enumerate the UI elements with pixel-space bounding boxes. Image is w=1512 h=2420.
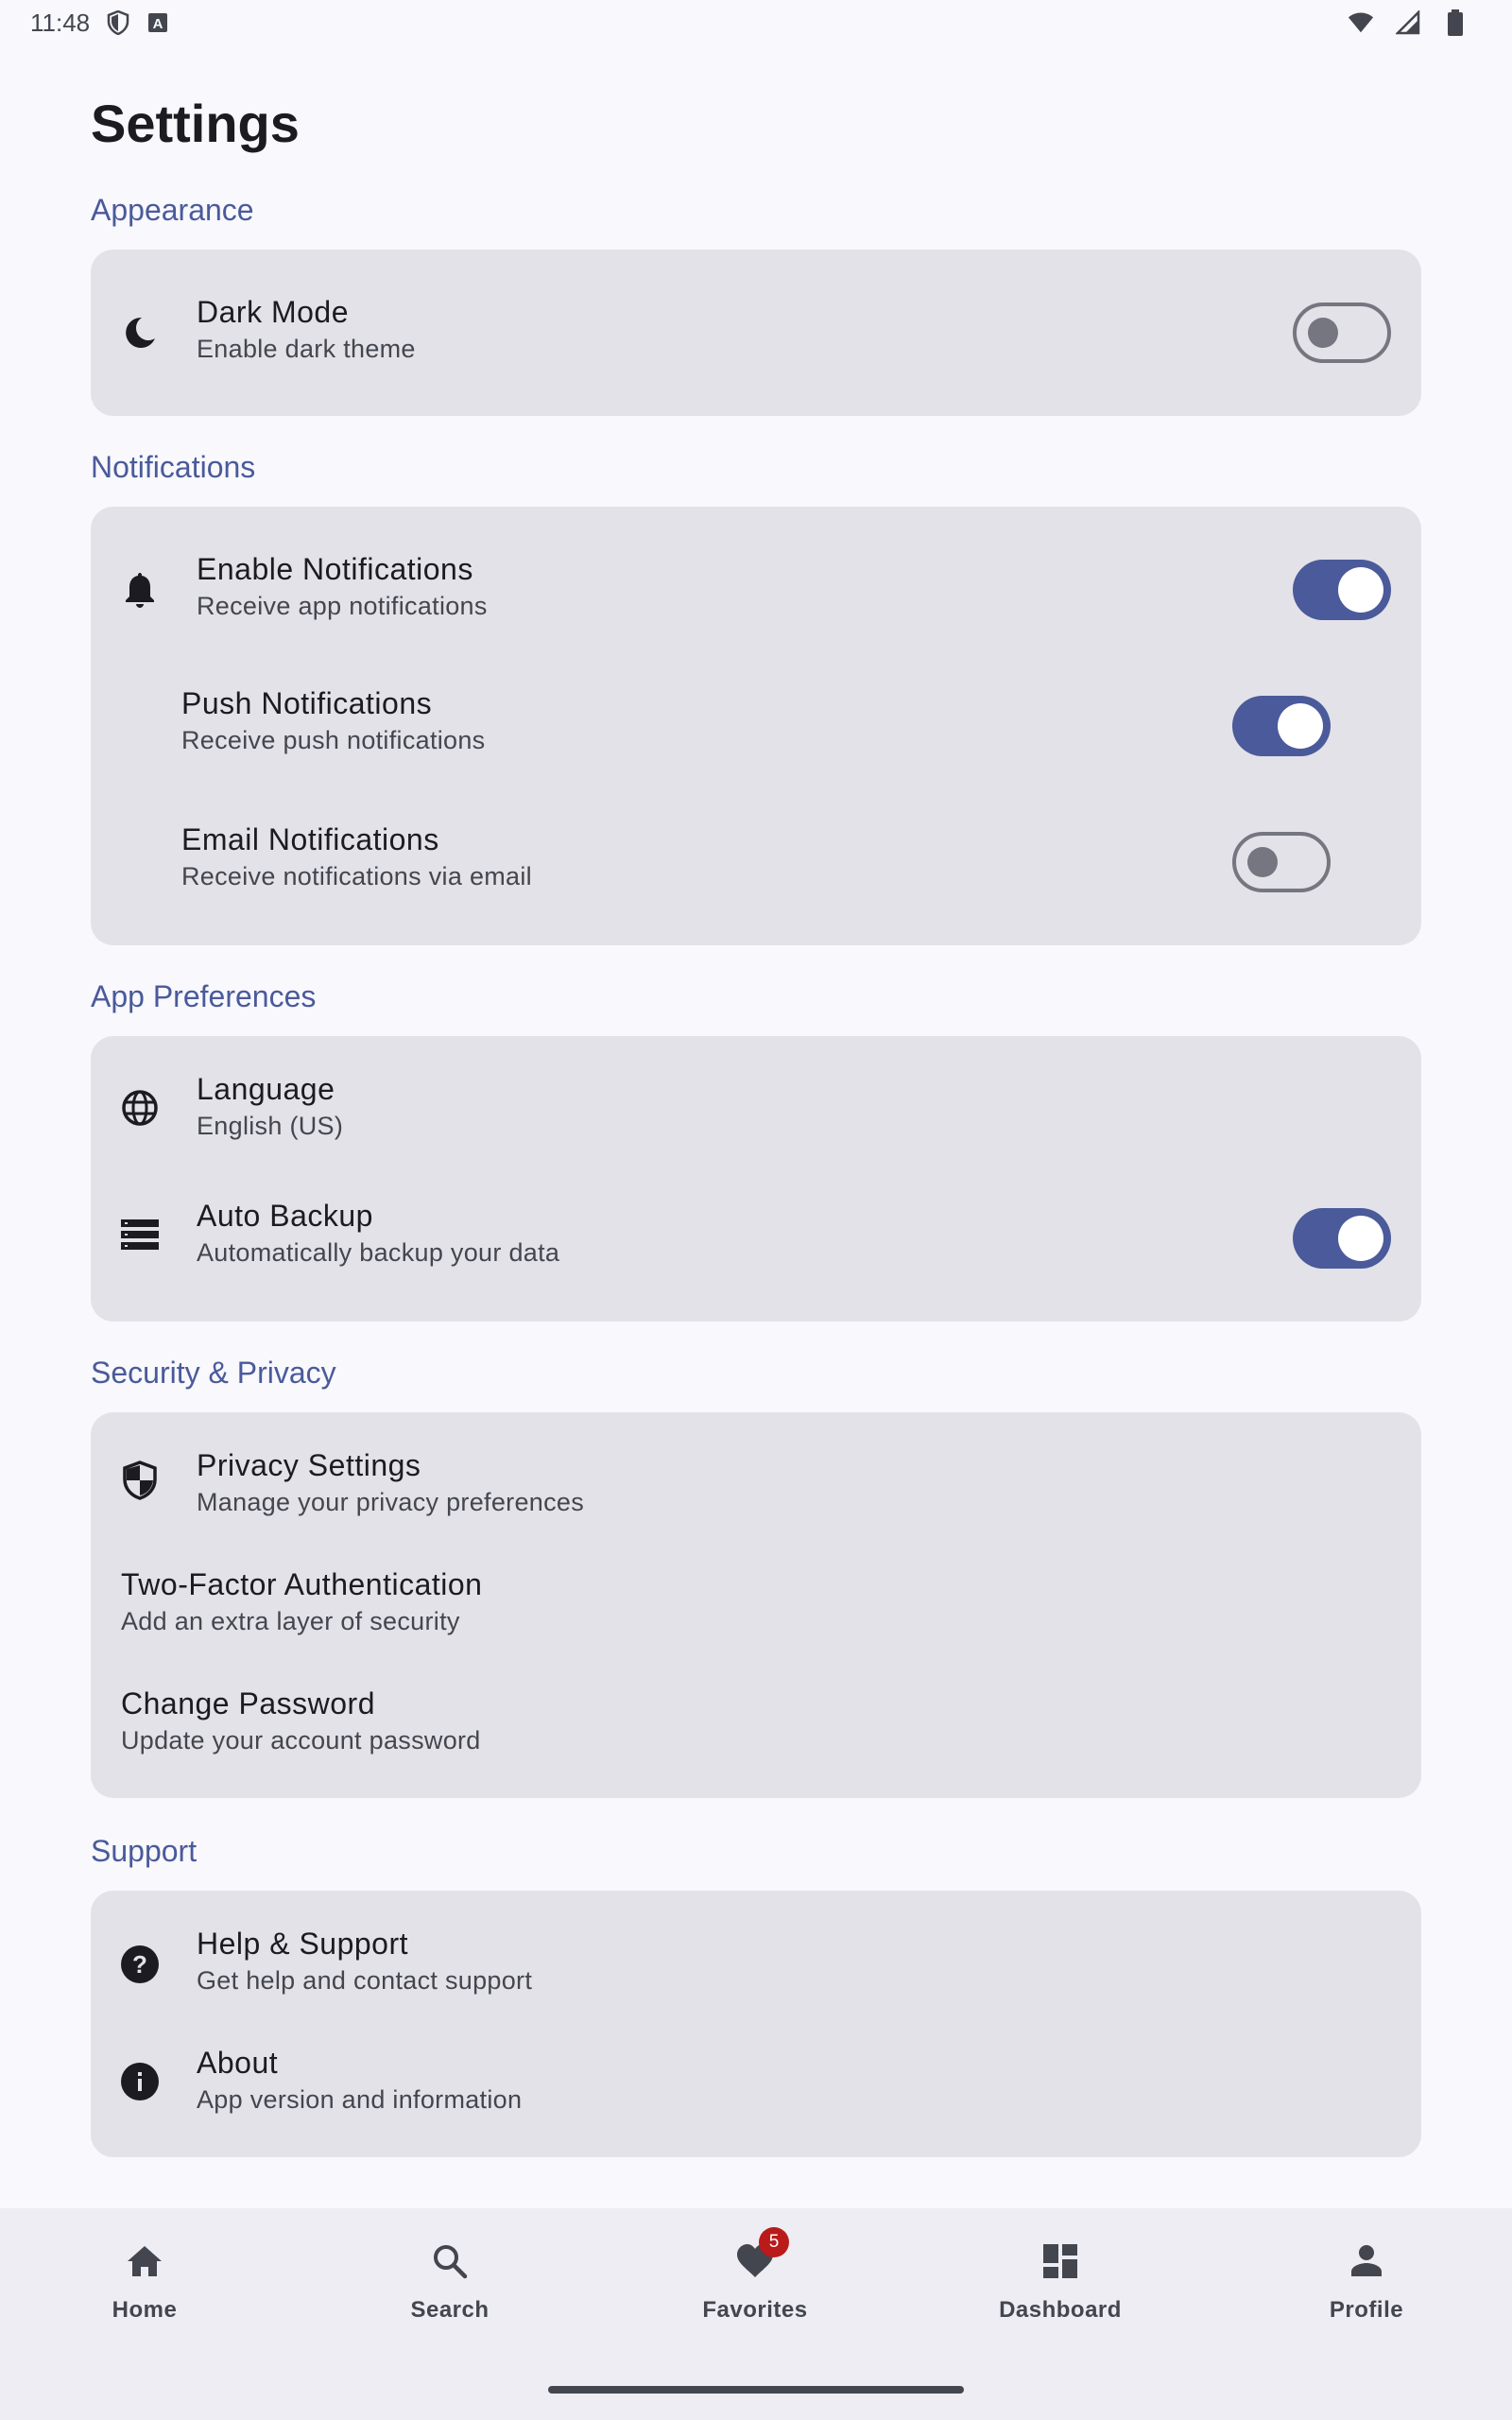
about-subtitle: App version and information <box>197 2085 523 2114</box>
push-notifications-toggle[interactable] <box>1232 696 1331 756</box>
search-icon <box>427 2238 472 2284</box>
about-row[interactable]: About App version and information <box>91 2014 1421 2157</box>
section-title-notifications: Notifications <box>91 450 256 484</box>
wifi-icon <box>1348 9 1374 36</box>
svg-text:A: A <box>153 16 163 32</box>
nav-label-search: Search <box>410 2297 490 2323</box>
enable-notifications-row[interactable]: Enable Notifications Receive app notific… <box>91 507 1421 658</box>
battery-icon <box>1442 9 1469 36</box>
storage-icon <box>121 1216 159 1253</box>
enable-notifications-subtitle: Receive app notifications <box>197 592 488 620</box>
toggle-knob <box>1338 1216 1383 1261</box>
status-time: 11:48 <box>30 8 91 37</box>
dark-mode-title: Dark Mode <box>197 295 349 329</box>
nav-item-profile[interactable]: Profile <box>1272 2238 1461 2324</box>
about-title: About <box>197 2046 279 2080</box>
push-notifications-subtitle: Receive push notifications <box>181 726 486 754</box>
language-subtitle: English (US) <box>197 1112 344 1140</box>
svg-text:?: ? <box>132 1950 147 1979</box>
dark-mode-subtitle: Enable dark theme <box>197 335 416 363</box>
nav-label-home: Home <box>112 2297 178 2323</box>
appearance-card: Dark Mode Enable dark theme <box>91 250 1421 416</box>
auto-backup-toggle[interactable] <box>1293 1208 1391 1269</box>
support-card: ? Help & Support Get help and contact su… <box>91 1891 1421 2157</box>
nav-item-dashboard[interactable]: Dashboard <box>966 2238 1155 2324</box>
shield-icon <box>121 1461 159 1500</box>
home-indicator[interactable] <box>548 2386 964 2394</box>
change-password-row[interactable]: Change Password Update your account pass… <box>91 1664 1421 1783</box>
person-icon <box>1344 2238 1389 2284</box>
change-password-subtitle: Update your account password <box>121 1726 481 1754</box>
nav-label-profile: Profile <box>1329 2297 1404 2323</box>
favorites-badge: 5 <box>759 2227 789 2257</box>
moon-icon <box>121 314 159 352</box>
globe-icon <box>121 1089 159 1127</box>
help-icon: ? <box>121 1945 159 1983</box>
toggle-knob <box>1247 847 1278 877</box>
two-factor-title: Two-Factor Authentication <box>121 1567 483 1601</box>
auto-backup-subtitle: Automatically backup your data <box>197 1238 560 1267</box>
language-row[interactable]: Language English (US) <box>91 1036 1421 1168</box>
auto-backup-title: Auto Backup <box>197 1199 373 1233</box>
nav-item-favorites[interactable]: 5 Favorites <box>661 2227 850 2324</box>
signal-icon <box>1395 9 1421 36</box>
section-title-security: Security & Privacy <box>91 1356 336 1390</box>
privacy-settings-row[interactable]: Privacy Settings Manage your privacy pre… <box>91 1412 1421 1545</box>
privacy-settings-subtitle: Manage your privacy preferences <box>197 1488 585 1516</box>
dashboard-icon <box>1038 2238 1083 2284</box>
toggle-knob <box>1278 703 1323 749</box>
notifications-card: Enable Notifications Receive app notific… <box>91 507 1421 945</box>
toggle-knob <box>1308 318 1338 348</box>
email-notifications-title: Email Notifications <box>181 822 439 856</box>
bell-icon <box>121 571 159 609</box>
push-notifications-row[interactable]: Push Notifications Receive push notifica… <box>91 658 1421 794</box>
auto-backup-row[interactable]: Auto Backup Automatically backup your da… <box>91 1168 1421 1322</box>
section-title-support: Support <box>91 1834 198 1868</box>
language-title: Language <box>197 1072 335 1106</box>
section-title-app-preferences: App Preferences <box>91 979 317 1013</box>
nav-label-dashboard: Dashboard <box>999 2297 1122 2323</box>
help-support-row[interactable]: ? Help & Support Get help and contact su… <box>91 1891 1421 2014</box>
nav-item-search[interactable]: Search <box>355 2238 544 2324</box>
security-card: Privacy Settings Manage your privacy pre… <box>91 1412 1421 1798</box>
nav-item-home[interactable]: Home <box>50 2238 239 2324</box>
privacy-settings-title: Privacy Settings <box>197 1448 421 1482</box>
app-preferences-card: Language English (US) Auto Backup Automa… <box>91 1036 1421 1322</box>
email-notifications-subtitle: Receive notifications via email <box>181 862 532 890</box>
help-support-title: Help & Support <box>197 1927 409 1961</box>
enable-notifications-toggle[interactable] <box>1293 560 1391 620</box>
two-factor-row[interactable]: Two-Factor Authentication Add an extra l… <box>91 1545 1421 1664</box>
info-icon <box>121 2063 159 2100</box>
email-notifications-toggle[interactable] <box>1232 832 1331 892</box>
heart-icon: 5 <box>732 2227 789 2284</box>
dark-mode-toggle[interactable] <box>1293 302 1391 363</box>
change-password-title: Change Password <box>121 1686 375 1720</box>
push-notifications-title: Push Notifications <box>181 686 433 720</box>
dark-mode-row[interactable]: Dark Mode Enable dark theme <box>91 250 1421 416</box>
shield-status-icon <box>105 9 131 36</box>
enable-notifications-title: Enable Notifications <box>197 552 473 586</box>
status-bar: 11:48 A <box>0 0 1512 45</box>
page-title: Settings <box>91 94 300 153</box>
home-icon <box>122 2238 167 2284</box>
keyboard-a-icon: A <box>145 9 171 36</box>
toggle-knob <box>1338 567 1383 613</box>
two-factor-subtitle: Add an extra layer of security <box>121 1607 460 1635</box>
nav-label-favorites: Favorites <box>702 2297 808 2323</box>
email-notifications-row[interactable]: Email Notifications Receive notification… <box>91 794 1421 930</box>
section-title-appearance: Appearance <box>91 193 254 227</box>
help-support-subtitle: Get help and contact support <box>197 1966 533 1995</box>
